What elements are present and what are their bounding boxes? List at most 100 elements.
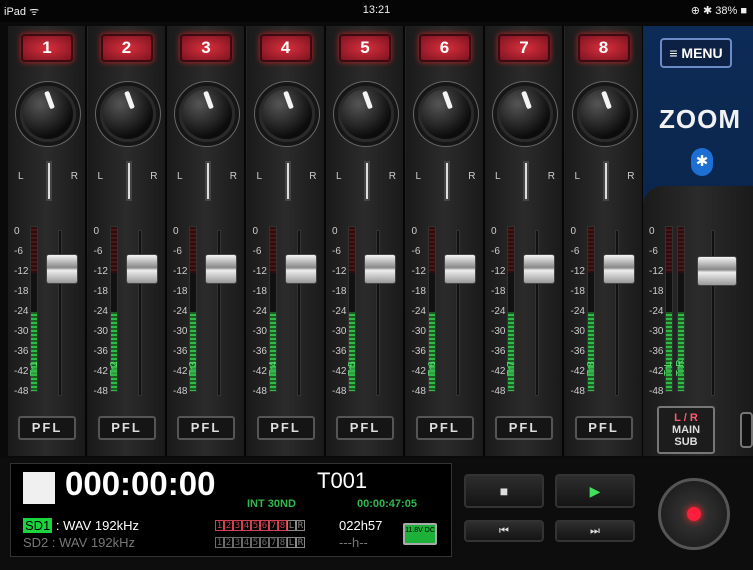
pfl-button[interactable]: PFL xyxy=(336,416,394,440)
meter-scale-label: -12 xyxy=(252,266,267,277)
channel-button[interactable]: 7 xyxy=(498,34,550,62)
sd1-free-time: 022h57 xyxy=(339,518,383,533)
meter-scale-label: -42 xyxy=(173,366,188,377)
pan-control[interactable]: LR xyxy=(412,161,480,205)
pan-slider[interactable] xyxy=(46,161,52,201)
meter-scale-label: -36 xyxy=(411,346,426,357)
pan-slider[interactable] xyxy=(364,161,370,201)
track-indicator: 7 xyxy=(269,537,278,548)
channel-fader[interactable] xyxy=(125,254,158,284)
bluetooth-icon[interactable]: ✱ xyxy=(691,148,713,176)
meter-scale-label: -18 xyxy=(252,286,267,297)
pan-r-label: R xyxy=(547,171,555,182)
play-button[interactable]: ▶ xyxy=(555,474,635,508)
zoom-logo: ZOOM xyxy=(659,104,741,134)
pan-l-label: L xyxy=(574,171,581,182)
record-button[interactable] xyxy=(658,478,730,550)
track-indicator: 3 xyxy=(233,537,242,548)
meter-scale-label: -42 xyxy=(570,366,585,377)
pan-control[interactable]: LR xyxy=(491,161,559,205)
gain-knob[interactable] xyxy=(576,86,633,142)
pfl-button[interactable]: PFL xyxy=(97,416,156,440)
pan-control[interactable]: LR xyxy=(571,161,639,205)
meter-scale-label: 0 xyxy=(173,226,179,237)
pan-l-label: L xyxy=(336,171,342,182)
side-tab-handle[interactable] xyxy=(740,412,753,448)
main-fader[interactable] xyxy=(697,256,737,286)
track-indicator: 4 xyxy=(242,537,251,548)
meter-scale-label: -6 xyxy=(173,246,182,257)
pan-slider[interactable] xyxy=(205,161,211,201)
pan-slider[interactable] xyxy=(443,161,450,201)
meter-scale-label: -30 xyxy=(411,326,426,337)
menu-button[interactable]: ≡ MENU xyxy=(660,38,732,68)
pfl-button[interactable]: PFL xyxy=(415,416,474,440)
pfl-button[interactable]: PFL xyxy=(495,416,553,440)
stop-button[interactable]: ■ xyxy=(464,474,544,508)
gain-knob[interactable] xyxy=(258,86,315,142)
channel-button[interactable]: 6 xyxy=(418,34,471,62)
channel-fader[interactable] xyxy=(46,254,78,284)
channel-button[interactable]: 2 xyxy=(100,34,153,62)
track-indicator: 1 xyxy=(215,537,224,548)
meter-scale-label: 0 xyxy=(14,226,20,237)
channel-strip: 1 L R 0 -6 -12 -18 -24 -30 -36 -42 -48 Tr1 PFL xyxy=(8,26,87,456)
pan-control[interactable]: LR xyxy=(94,161,162,205)
channel-button[interactable]: 4 xyxy=(259,34,312,62)
meter-scale-label: -36 xyxy=(93,346,108,357)
pan-slider[interactable] xyxy=(125,161,132,201)
fast-forward-button[interactable]: ⏭ xyxy=(555,520,635,542)
meter-scale-label: -24 xyxy=(411,306,426,317)
gain-knob[interactable] xyxy=(99,86,156,142)
lr-indicator: R xyxy=(296,520,305,531)
pan-control[interactable]: LR xyxy=(173,161,241,205)
pan-control[interactable]: LR xyxy=(253,161,321,205)
rewind-button[interactable]: ⏮ xyxy=(464,520,544,542)
gain-knob[interactable] xyxy=(417,86,474,142)
channel-button[interactable]: 5 xyxy=(339,34,391,62)
take-name: T001 xyxy=(317,468,368,493)
track-indicator: 3 xyxy=(233,520,242,531)
lr-main-sub-button[interactable]: L / R MAIN SUB xyxy=(657,406,715,454)
meter-scale-label: -30 xyxy=(14,326,29,337)
channel-button[interactable]: 3 xyxy=(180,34,232,62)
meter-scale-label: -6 xyxy=(570,246,580,257)
mixer-panel: 1 L R 0 -6 -12 -18 -24 -30 -36 -42 -48 Tr1 PFL 2 L R 0 -6-… xyxy=(8,26,644,456)
pan-control[interactable]: LR xyxy=(332,161,400,205)
sd2-format: : WAV 192kHz xyxy=(51,535,135,550)
gain-knob[interactable] xyxy=(20,86,76,142)
pfl-button[interactable]: PFL xyxy=(574,416,633,440)
pan-r-label: R xyxy=(627,171,635,182)
meter-scale-label: -12 xyxy=(649,266,664,277)
track-indicator: 6 xyxy=(260,520,269,531)
channel-fader[interactable] xyxy=(284,254,317,284)
gain-knob[interactable] xyxy=(338,86,394,142)
channel-button[interactable]: 8 xyxy=(577,34,630,62)
meter-scale-label: -6 xyxy=(252,246,262,257)
channel-fader[interactable] xyxy=(364,254,396,284)
meter-scale-label: -6 xyxy=(411,246,421,257)
channel-button[interactable]: 1 xyxy=(21,34,73,62)
track-name: Tr2 xyxy=(108,361,120,376)
pan-control[interactable]: LR xyxy=(14,161,82,205)
pan-slider[interactable] xyxy=(284,161,291,201)
pan-slider[interactable] xyxy=(602,161,609,201)
channel-fader[interactable] xyxy=(205,254,237,284)
pfl-button[interactable]: PFL xyxy=(177,416,235,440)
track-name: Tr6 xyxy=(426,361,438,376)
channel-fader[interactable] xyxy=(443,254,476,284)
meter-scale-label: -24 xyxy=(93,306,108,317)
pfl-button[interactable]: PFL xyxy=(18,416,76,440)
channel-fader[interactable] xyxy=(523,254,555,284)
lr-indicator: R xyxy=(296,537,305,548)
gain-knob[interactable] xyxy=(179,86,235,142)
gain-knob[interactable] xyxy=(497,86,553,142)
pan-slider[interactable] xyxy=(523,161,529,201)
channel-fader[interactable] xyxy=(602,254,635,284)
pfl-button[interactable]: PFL xyxy=(256,416,315,440)
meter-scale-label: -24 xyxy=(14,306,29,317)
sd2-free-time: ---h-- xyxy=(339,535,368,550)
meter-scale-label: -48 xyxy=(332,386,347,397)
meter-scale-label: -12 xyxy=(93,266,108,277)
meter-scale-label: -36 xyxy=(173,346,188,357)
